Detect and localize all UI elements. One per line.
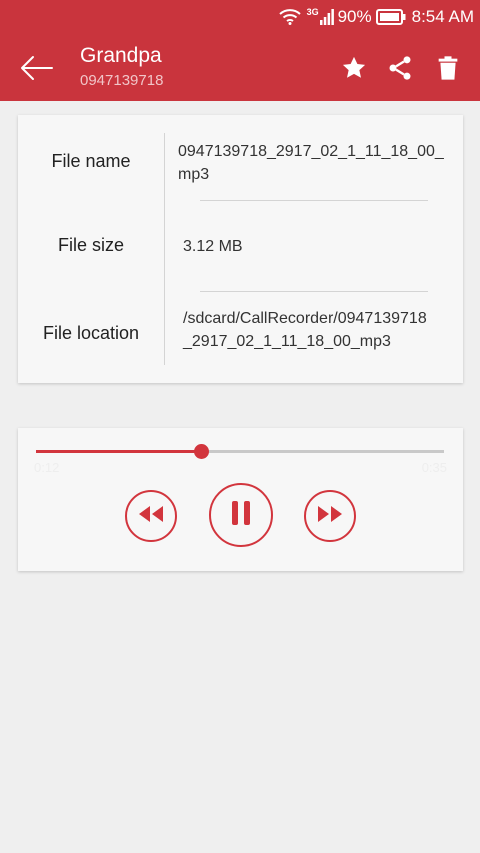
row-divider [200, 291, 428, 292]
fast-forward-button[interactable] [304, 490, 356, 542]
wifi-icon [278, 9, 301, 25]
total-duration: 0:35 [421, 460, 447, 475]
file-size-value: 3.12 MB [183, 238, 243, 255]
battery-icon [375, 9, 406, 25]
file-name-label: File name [51, 151, 131, 171]
pause-button[interactable] [209, 483, 273, 547]
delete-icon[interactable] [434, 54, 462, 82]
network-type: 3G [306, 7, 319, 17]
file-name-value: 0947139718_2917_02_1_11_18_00_mp3 [178, 143, 444, 183]
share-icon[interactable] [386, 54, 414, 82]
row-divider [200, 200, 428, 201]
file-size-label: File size [57, 235, 124, 255]
cell-signal-icon: 3G [306, 7, 334, 25]
back-arrow-icon[interactable] [18, 54, 54, 82]
rewind-button[interactable] [125, 490, 177, 542]
rewind-icon [137, 504, 165, 529]
status-bar: 3G 90% 8:54 AM [0, 0, 480, 34]
column-divider [164, 133, 165, 365]
contact-number: 0947139718 [80, 72, 164, 89]
app-bar: Grandpa 0947139718 [0, 34, 480, 101]
seek-bar[interactable] [36, 444, 444, 459]
battery-percent: 90% [337, 7, 372, 26]
file-location-value: /sdcard/CallRecorder/0947139718_2917_02_… [183, 310, 427, 350]
seek-bar-progress [36, 450, 202, 453]
player-card: 0:12 0:35 [18, 428, 463, 571]
contact-name: Grandpa [80, 44, 162, 67]
file-location-label: File location [42, 323, 140, 343]
file-info-card: File name 0947139718_2917_02_1_11_18_00_… [18, 115, 463, 383]
seek-bar-thumb[interactable] [194, 444, 210, 459]
star-icon[interactable] [340, 54, 368, 82]
pause-icon [230, 500, 252, 531]
fast-forward-icon [316, 504, 344, 529]
clock: 8:54 AM [411, 7, 474, 26]
elapsed-time: 0:12 [34, 460, 60, 475]
